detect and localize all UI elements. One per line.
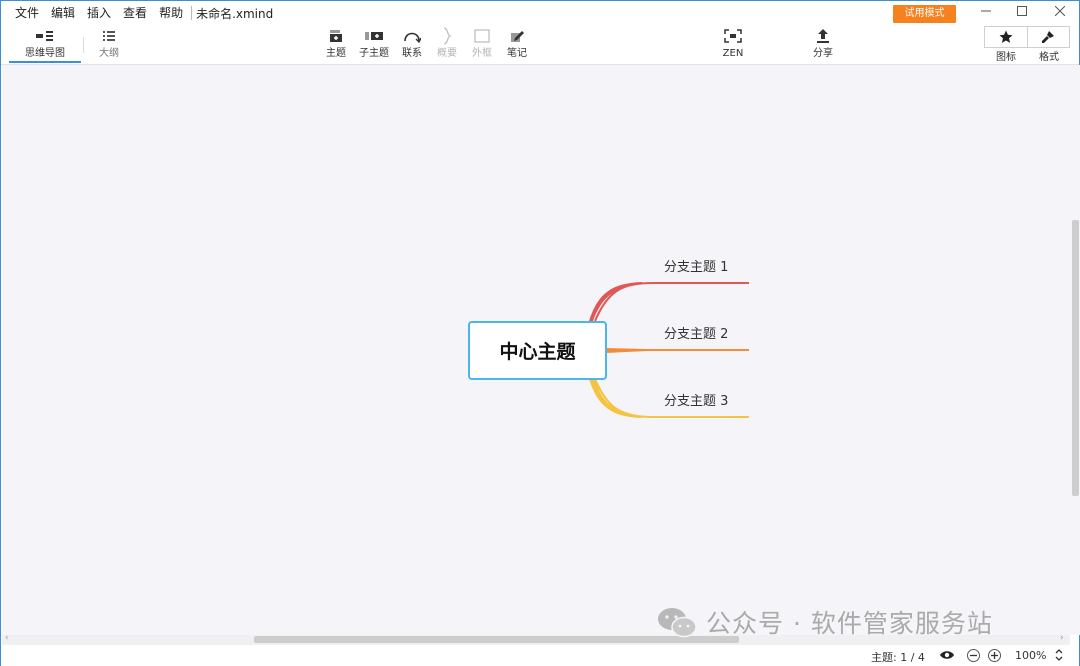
minimize-icon [981, 10, 991, 12]
zen-label: ZEN [722, 48, 744, 59]
topic-label: 主题 [326, 48, 346, 59]
document-title: 未命名.xmind [196, 6, 274, 21]
subtopic-label: 子主题 [359, 48, 389, 59]
branch-topic-1[interactable]: 分支主题 1 [664, 256, 728, 275]
format-panel-label: 格式 [1039, 52, 1059, 63]
status-bar: 主题: 1 / 4 100% [1, 645, 1079, 666]
branch-line-2-taper [606, 348, 647, 353]
topic-count: 主题: 1 / 4 [871, 651, 925, 664]
central-topic[interactable]: 中心主题 [468, 321, 607, 380]
tab-outline[interactable]: 大纲 [73, 27, 145, 61]
menu-bar: 文件 编辑 插入 查看 帮助 未命名.xmind [1, 1, 273, 25]
vertical-scrollbar[interactable] [1070, 65, 1080, 635]
eye-icon[interactable] [939, 648, 955, 665]
minus-icon [970, 654, 977, 657]
share-button[interactable]: 分享 [801, 27, 845, 61]
zoom-stepper-icon[interactable] [1054, 648, 1064, 665]
zoom-out-button[interactable] [967, 649, 980, 662]
menu-insert[interactable]: 插入 [81, 1, 117, 25]
minimize-button[interactable] [967, 1, 1005, 25]
icons-panel-button[interactable] [985, 27, 1027, 47]
trial-mode-button[interactable]: 试用模式 [893, 5, 956, 23]
tab-mindmap-label: 思维导图 [25, 48, 65, 59]
maximize-button[interactable] [1003, 1, 1041, 25]
share-label: 分享 [813, 48, 833, 59]
title-bar: 文件 编辑 插入 查看 帮助 未命名.xmind 试用模式 [1, 1, 1079, 25]
note-button[interactable]: 笔记 [495, 27, 539, 61]
relationship-icon [404, 32, 421, 43]
mindmap-icon [36, 31, 53, 41]
tab-mindmap[interactable]: 思维导图 [9, 27, 81, 63]
boundary-icon [474, 29, 490, 43]
tab-outline-label: 大纲 [99, 48, 119, 59]
subtopic-icon [365, 32, 383, 40]
close-icon [1054, 5, 1066, 17]
branch-topic-2[interactable]: 分支主题 2 [664, 323, 728, 342]
vertical-scroll-thumb[interactable] [1072, 220, 1079, 496]
zoom-in-button[interactable] [988, 649, 1001, 662]
zen-mode-button[interactable]: ZEN [711, 27, 755, 61]
zoom-level: 100% [1015, 649, 1047, 662]
menu-edit[interactable]: 编辑 [45, 1, 81, 25]
maximize-icon [1017, 6, 1027, 16]
plus-icon [991, 652, 998, 659]
note-label: 笔记 [507, 48, 527, 59]
boundary-label: 外框 [472, 48, 492, 59]
scroll-left-arrow-icon[interactable]: ‹ [5, 633, 9, 643]
summary-label: 概要 [437, 48, 457, 59]
wechat-logo-icon [658, 608, 697, 638]
brush-icon [1042, 31, 1055, 43]
mindmap-canvas[interactable]: 中心主题 分支主题 1 分支主题 2 分支主题 3 [2, 65, 1070, 635]
app-window: 文件 编辑 插入 查看 帮助 未命名.xmind 试用模式 思维导图 大纲 主题… [0, 0, 1080, 666]
note-pencil-icon [511, 31, 524, 42]
format-panel-button[interactable] [1026, 27, 1070, 47]
menu-help[interactable]: 帮助 [153, 1, 189, 25]
outline-icon [103, 31, 115, 41]
star-icon [999, 30, 1013, 43]
relationship-label: 联系 [402, 48, 422, 59]
branch-topic-3[interactable]: 分支主题 3 [664, 390, 728, 409]
toolbar: 思维导图 大纲 主题 子主题 联系 概要 外框 笔记 ZEN 分享 图标 格式 [1, 25, 1079, 65]
watermark: 公众号 · 软件管家服务站 [656, 604, 993, 640]
menu-file[interactable]: 文件 [9, 1, 45, 25]
menu-view[interactable]: 查看 [117, 1, 153, 25]
scroll-right-arrow-icon[interactable]: › [1060, 633, 1064, 643]
summary-brace-icon [443, 27, 452, 45]
topic-icon [330, 30, 342, 42]
side-panel-switcher [984, 26, 1070, 48]
icons-panel-label: 图标 [996, 52, 1016, 63]
watermark-text: 公众号 · 软件管家服务站 [706, 609, 993, 638]
close-button[interactable] [1041, 1, 1079, 25]
active-tab-indicator [9, 61, 81, 63]
share-upload-icon [817, 29, 829, 43]
menu-divider [191, 6, 193, 20]
fullscreen-icon [724, 29, 742, 43]
